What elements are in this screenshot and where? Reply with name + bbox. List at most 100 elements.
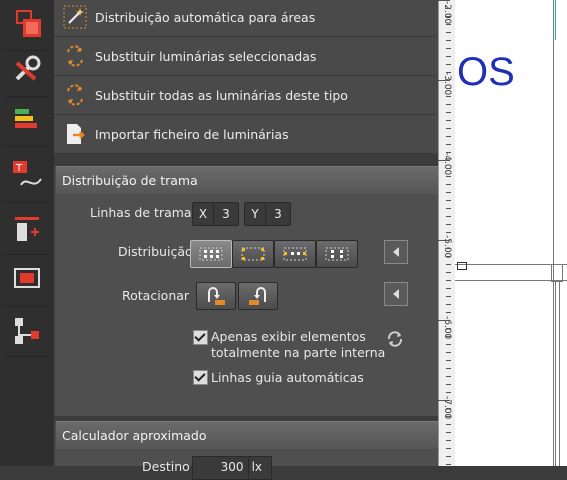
rotate-right-button[interactable] xyxy=(196,282,236,310)
menu-item-replace-selected[interactable]: Substituir luminárias seleccionadas xyxy=(54,37,436,76)
ruler-tick xyxy=(438,80,450,81)
rotate-left-button[interactable] xyxy=(238,282,278,310)
x-axis-value: 3 xyxy=(222,207,230,221)
room-label: OS xyxy=(457,50,515,94)
frame-select-icon[interactable] xyxy=(0,254,54,304)
ruler-tick xyxy=(446,464,451,465)
edge-dots-icon xyxy=(283,247,307,261)
distribution-options xyxy=(190,240,360,268)
distribution-center-button[interactable] xyxy=(316,240,358,268)
section-title: Calculador aproximado xyxy=(62,428,207,443)
ruler-tick xyxy=(446,112,451,113)
text-curve-icon[interactable]: T xyxy=(0,150,54,200)
calculator-body: Destino 300 lx xyxy=(56,449,464,480)
calculator-header[interactable]: Calculador aproximado xyxy=(56,421,464,450)
ruler-tick xyxy=(446,48,451,49)
ruler-tick xyxy=(446,120,451,121)
target-value: 300 xyxy=(220,460,244,474)
rotate-expand-arrow[interactable] xyxy=(384,282,408,306)
menu-item-label: Importar ficheiro de luminárias xyxy=(95,126,289,142)
ruler-label: -2.00 xyxy=(442,1,452,25)
ruler-tick xyxy=(446,136,451,137)
inner-elements-label-line1: Apenas exibir elementos xyxy=(211,329,366,344)
menu-item-label: Substituir todas as luminárias deste tip… xyxy=(95,87,348,103)
ruler-tick xyxy=(446,184,451,185)
distribution-grid-button[interactable] xyxy=(190,240,232,268)
rotate-label: Rotacionar xyxy=(122,288,190,303)
layout-tool-icon[interactable] xyxy=(0,0,54,50)
rotate-right-icon xyxy=(208,287,225,305)
inner-elements-checkbox[interactable] xyxy=(193,330,208,345)
magic-wand-icon xyxy=(62,5,88,29)
ruler-tick xyxy=(446,328,451,329)
ruler-tick xyxy=(438,240,450,241)
grid-distribution-header[interactable]: Distribuição de trama xyxy=(56,166,464,195)
import-file-icon xyxy=(62,122,88,146)
chevron-left-icon xyxy=(393,289,399,299)
ruler-tick xyxy=(446,288,451,289)
ruler-tick xyxy=(446,224,451,225)
ruler-tick xyxy=(446,416,451,417)
ruler-label: -3.00 xyxy=(442,72,452,96)
insert-element-icon[interactable] xyxy=(0,204,54,254)
menu-item-auto-distribution[interactable]: Distribuição automática para áreas xyxy=(54,0,436,37)
y-grid-count[interactable]: Y 3 xyxy=(244,202,291,226)
ruler-tick xyxy=(446,200,451,201)
ruler-tick xyxy=(446,8,451,9)
menu-item-replace-all[interactable]: Substituir todas as luminárias deste tip… xyxy=(54,76,436,115)
refresh-icon[interactable] xyxy=(386,330,404,351)
ruler-tick xyxy=(446,72,451,73)
distribution-edges-button[interactable] xyxy=(274,240,316,268)
ruler-tick xyxy=(446,256,451,257)
wall-marker xyxy=(457,262,467,270)
chevron-left-icon xyxy=(393,247,399,257)
ruler-tick xyxy=(446,192,451,193)
ruler-tick xyxy=(446,144,451,145)
grid-distribution-body: Linhas de trama X 3 Y 3 Distribuição Rot… xyxy=(56,194,464,416)
svg-text:T: T xyxy=(15,163,23,174)
distribution-corners-button[interactable] xyxy=(232,240,274,268)
ruler-tick xyxy=(446,56,451,57)
ruler-tick xyxy=(438,0,450,1)
drawing-canvas[interactable]: OS xyxy=(455,0,567,466)
wall-line xyxy=(553,0,554,466)
ruler-tick xyxy=(446,424,451,425)
ruler-tick xyxy=(438,400,450,401)
ruler-tick xyxy=(446,40,451,41)
ruler-tick xyxy=(446,432,451,433)
auto-guides-checkbox[interactable] xyxy=(193,370,208,385)
energy-class-icon[interactable] xyxy=(0,94,54,144)
ruler-tick xyxy=(446,208,451,209)
menu-item-import-file[interactable]: Importar ficheiro de luminárias xyxy=(54,115,436,154)
ruler-tick xyxy=(446,128,451,129)
x-axis-label: X xyxy=(193,203,214,225)
ruler-tick xyxy=(446,304,451,305)
ruler-tick xyxy=(446,32,451,33)
distribution-expand-arrow[interactable] xyxy=(384,240,408,264)
tools-icon[interactable] xyxy=(0,44,54,94)
ruler-tick xyxy=(446,88,451,89)
distribution-label: Distribuição xyxy=(118,244,193,259)
ruler-tick xyxy=(446,280,451,281)
replace-selected-icon xyxy=(62,44,88,68)
tree-structure-icon[interactable] xyxy=(0,306,54,356)
grid-dots-icon xyxy=(199,247,223,261)
ruler-tick xyxy=(446,312,451,313)
wall-line xyxy=(559,280,560,466)
ruler-tick xyxy=(446,448,451,449)
wall-line xyxy=(555,280,556,466)
ruler-tick xyxy=(446,296,451,297)
properties-panel: Distribuição automática para áreas Subst… xyxy=(54,0,490,480)
ruler-tick xyxy=(446,368,451,369)
ruler-tick xyxy=(446,376,451,377)
target-unit: lx xyxy=(247,457,271,479)
x-grid-count[interactable]: X 3 xyxy=(192,202,239,226)
y-axis-label: Y xyxy=(245,203,266,225)
target-field[interactable]: 300 lx xyxy=(192,456,272,480)
menu-item-label: Distribuição automática para áreas xyxy=(95,9,316,25)
ruler-tick xyxy=(446,272,451,273)
ruler-tick xyxy=(446,344,451,345)
ruler-tick xyxy=(446,264,451,265)
ruler-tick xyxy=(446,456,451,457)
inner-elements-label-line2: totalmente na parte interna xyxy=(211,345,386,360)
